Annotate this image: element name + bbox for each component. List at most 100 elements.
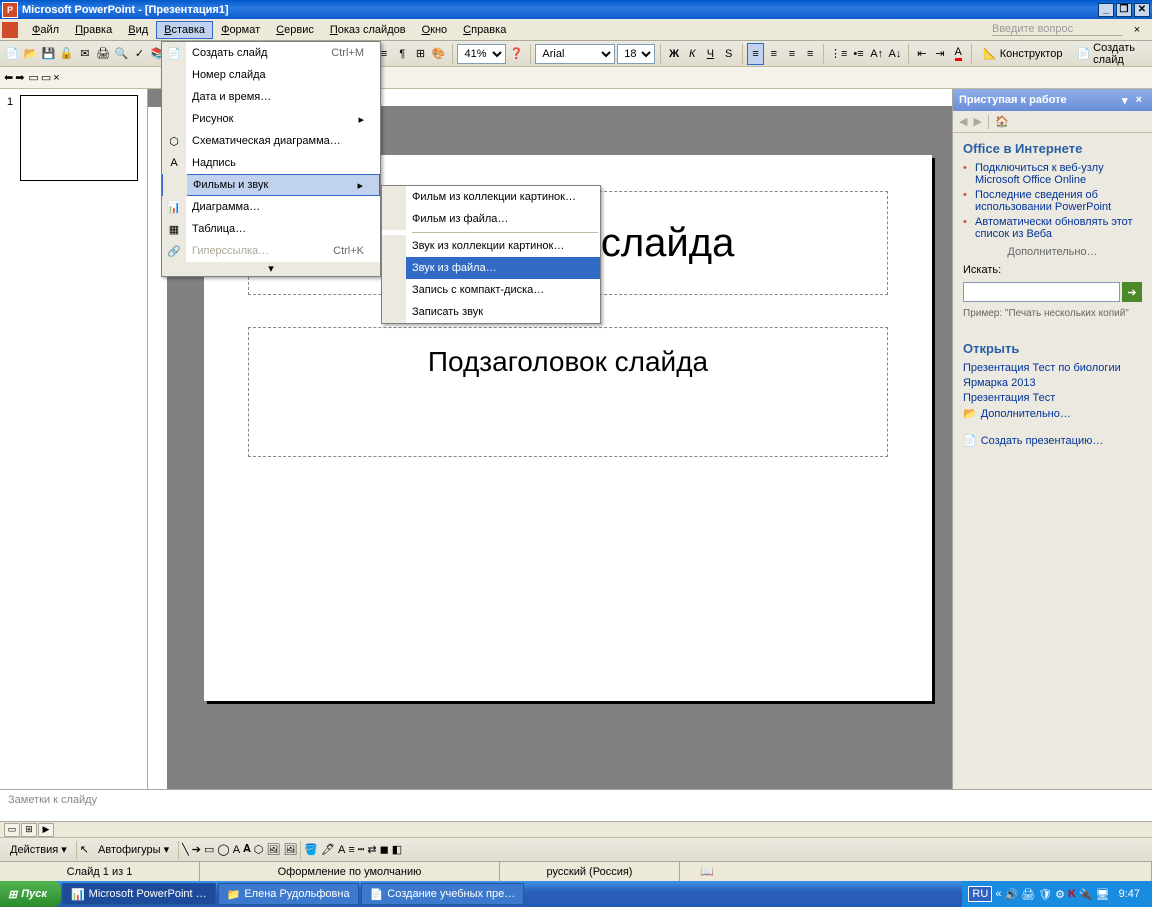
line-style-icon[interactable]: ≡ <box>348 844 354 856</box>
tray-icon-2[interactable]: 🖨 <box>1021 888 1035 901</box>
tp-more-link[interactable]: Дополнительно… <box>963 246 1142 258</box>
tray-expand-icon[interactable]: « <box>995 888 1001 900</box>
menu-показ слайдов[interactable]: Показ слайдов <box>322 21 414 39</box>
help-icon[interactable]: ❓ <box>508 43 524 65</box>
slides-tab-icon[interactable]: ▭ <box>41 71 51 84</box>
numbering-icon[interactable]: ⋮≡ <box>829 43 848 65</box>
close-button[interactable]: ✕ <box>1134 3 1150 17</box>
shadow-icon[interactable]: S <box>721 43 737 65</box>
line-icon[interactable]: ╲ <box>182 843 189 856</box>
slide-thumbnail-1[interactable]: 1 <box>20 95 138 181</box>
notes-pane[interactable]: Заметки к слайду <box>0 789 1152 821</box>
arrow-icon[interactable]: ➔ <box>192 843 201 856</box>
taskbar-task-word[interactable]: 📄Создание учебных пре… <box>361 883 525 905</box>
taskpane-close-icon[interactable]: × <box>1132 94 1146 106</box>
taskbar-task-powerpoint[interactable]: 📊Microsoft PowerPoint … <box>62 883 216 905</box>
shadow-style-icon[interactable]: ◼ <box>380 843 389 856</box>
line-color-icon[interactable]: 🖊 <box>321 843 335 856</box>
3d-style-icon[interactable]: ◧ <box>392 843 402 856</box>
actions-menu[interactable]: Действия ▾ <box>4 843 73 856</box>
distributed-icon[interactable]: ≡ <box>802 43 818 65</box>
clipart-icon[interactable]: 🖼 <box>266 843 280 856</box>
menubar-close-icon[interactable]: × <box>1130 24 1144 36</box>
fill-color-icon[interactable]: 🪣 <box>304 843 318 856</box>
movies-menu-item[interactable]: Фильм из коллекции картинок… <box>382 186 600 208</box>
create-presentation[interactable]: 📄Создать презентацию… <box>963 434 1142 447</box>
insert-menu-item[interactable]: Дата и время… <box>162 86 380 108</box>
menu-вставка[interactable]: Вставка <box>156 21 213 39</box>
insert-menu-item[interactable]: AНадпись <box>162 152 380 174</box>
taskbar-task-folder[interactable]: 📁Елена Рудольфовна <box>218 883 359 905</box>
insert-menu-item[interactable]: ▦Таблица… <box>162 218 380 240</box>
preview-icon[interactable]: 🔍 <box>113 43 129 65</box>
ask-question-box[interactable]: Введите вопрос <box>992 23 1122 36</box>
font-size-combo[interactable]: 18 <box>617 44 655 64</box>
nav-back-icon[interactable]: ◀ <box>959 115 967 128</box>
picture-icon[interactable]: 🖼 <box>283 843 297 856</box>
font-name-combo[interactable]: Arial <box>535 44 615 64</box>
autoshapes-menu[interactable]: Автофигуры ▾ <box>92 843 175 856</box>
insert-menu-item[interactable]: Рисунок▸ <box>162 108 380 130</box>
dash-style-icon[interactable]: ┅ <box>358 843 365 856</box>
movies-menu-item[interactable]: Звук из файла… <box>382 257 600 279</box>
tp-link-autoupdate[interactable]: Автоматически обновлять этот список из В… <box>975 216 1142 240</box>
tray-icon-7[interactable]: 🖥 <box>1096 888 1110 901</box>
underline-icon[interactable]: Ч <box>702 43 718 65</box>
tray-icon-5[interactable]: K <box>1068 888 1076 900</box>
close-pane-icon[interactable]: × <box>53 72 59 84</box>
bold-icon[interactable]: Ж <box>666 43 682 65</box>
insert-menu-item[interactable]: 📄Создать слайдCtrl+M <box>162 42 380 64</box>
save-icon[interactable]: 💾 <box>40 43 56 65</box>
show-formatting-icon[interactable]: ¶ <box>394 43 410 65</box>
menu-сервис[interactable]: Сервис <box>268 21 322 39</box>
font-color-draw-icon[interactable]: A <box>338 844 345 856</box>
clock[interactable]: 9:47 <box>1113 888 1146 900</box>
status-spellcheck-icon[interactable]: 📖 <box>700 865 714 878</box>
movies-menu-item[interactable]: Записать звук <box>382 301 600 323</box>
nav-fwd-icon[interactable]: ▶ <box>973 115 981 128</box>
email-icon[interactable]: ✉ <box>77 43 93 65</box>
movies-menu-item[interactable]: Звук из коллекции картинок… <box>382 235 600 257</box>
sorter-view-icon[interactable]: ⊞ <box>21 823 37 837</box>
select-objects-icon[interactable]: ↖ <box>80 843 89 856</box>
movies-menu-item[interactable]: Фильм из файла… <box>382 208 600 230</box>
taskpane-dropdown-icon[interactable]: ▾ <box>1118 94 1132 107</box>
menu-справка[interactable]: Справка <box>455 21 514 39</box>
menu-expand-icon[interactable]: ▾ <box>162 262 380 276</box>
outline-arrow-left-icon[interactable]: ⬅ <box>4 71 13 84</box>
lang-indicator[interactable]: RU <box>968 886 992 902</box>
menu-формат[interactable]: Формат <box>213 21 268 39</box>
nav-home-icon[interactable]: 🏠 <box>995 115 1009 128</box>
outline-tab-icon[interactable]: ▭ <box>28 71 38 84</box>
menu-файл[interactable]: Файл <box>24 21 67 39</box>
menu-окно[interactable]: Окно <box>414 21 456 39</box>
restore-button[interactable]: ❐ <box>1116 3 1132 17</box>
align-right-icon[interactable]: ≡ <box>784 43 800 65</box>
align-center-icon[interactable]: ≡ <box>766 43 782 65</box>
tp-link-connect[interactable]: Подключиться к веб-узлу Microsoft Office… <box>975 162 1142 186</box>
normal-view-icon[interactable]: ▭ <box>4 823 20 837</box>
tray-icon-6[interactable]: 🔌 <box>1079 888 1093 901</box>
bullets-icon[interactable]: •≡ <box>850 43 866 65</box>
movies-menu-item[interactable]: Запись с компакт-диска… <box>382 279 600 301</box>
grid-icon[interactable]: ⊞ <box>412 43 428 65</box>
arrow-style-icon[interactable]: ⇄ <box>367 843 376 856</box>
recent-file-0[interactable]: Презентация Тест по биологии <box>963 362 1142 374</box>
tray-icon-1[interactable]: 🔊 <box>1004 888 1018 901</box>
menu-вид[interactable]: Вид <box>120 21 156 39</box>
decrease-font-icon[interactable]: A↓ <box>887 43 903 65</box>
designer-button[interactable]: 📐 Конструктор <box>977 43 1068 65</box>
recent-file-2[interactable]: Презентация Тест <box>963 392 1142 404</box>
increase-indent-icon[interactable]: ⇥ <box>932 43 948 65</box>
font-color-icon[interactable]: A <box>950 43 966 65</box>
new-doc-icon[interactable]: 📄 <box>4 43 20 65</box>
slideshow-view-icon[interactable]: ▶ <box>38 823 54 837</box>
outline-arrow-right-icon[interactable]: ➡ <box>15 71 24 84</box>
new-slide-button[interactable]: 📄 Создать слайд <box>1070 43 1147 65</box>
search-input[interactable] <box>963 282 1120 302</box>
open-more[interactable]: 📂Дополнительно… <box>963 407 1142 420</box>
align-left-icon[interactable]: ≡ <box>747 43 763 65</box>
decrease-indent-icon[interactable]: ⇤ <box>914 43 930 65</box>
permissions-icon[interactable]: 🔓 <box>59 43 75 65</box>
color-icon[interactable]: 🎨 <box>431 43 447 65</box>
